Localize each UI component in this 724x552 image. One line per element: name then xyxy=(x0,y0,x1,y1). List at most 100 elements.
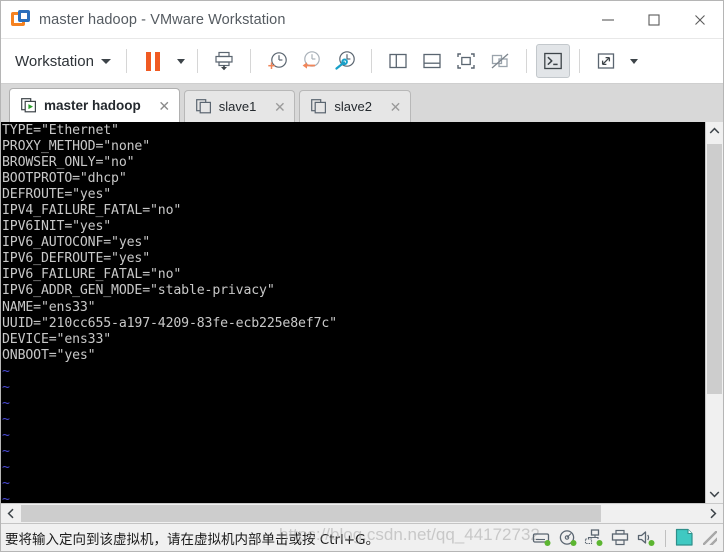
tab-close-icon[interactable]: ✕ xyxy=(158,99,171,113)
console-view-button[interactable] xyxy=(535,44,570,78)
workstation-menu-label: Workstation xyxy=(15,52,94,70)
vm-stopped-icon xyxy=(195,99,212,114)
pause-dropdown-button[interactable] xyxy=(170,44,188,78)
terminal-line: IPV6_DEFROUTE="yes" xyxy=(2,251,151,267)
stretch-dropdown-button[interactable] xyxy=(623,44,641,78)
snapshot-manager-button[interactable] xyxy=(328,44,362,78)
panel-left-icon xyxy=(389,53,407,69)
window-title: master hadoop - VMware Workstation xyxy=(39,11,286,28)
scroll-right-arrow[interactable] xyxy=(703,504,723,523)
vertical-scrollbar[interactable] xyxy=(705,122,723,503)
toolbar-separator xyxy=(370,49,372,73)
toolbar-separator xyxy=(249,49,251,73)
tab-label: master hadoop xyxy=(44,98,141,113)
snapshot-manager-icon xyxy=(335,51,355,70)
terminal-line: UUID="210cc655-a197-4209-83fe-ecb225e8ef… xyxy=(2,315,337,331)
stretch-guest-button[interactable] xyxy=(589,44,623,78)
terminal-line: PROXY_METHOD="none" xyxy=(2,139,151,155)
tab-label: slave2 xyxy=(334,99,372,114)
take-snapshot-button[interactable] xyxy=(260,44,294,78)
terminal-empty-line-marker: ~ xyxy=(2,379,10,395)
print-download-icon xyxy=(215,51,233,71)
terminal-line: NAME="ens33" xyxy=(2,299,96,315)
hard-disk-status-icon[interactable] xyxy=(532,528,552,548)
toolbar-separator xyxy=(525,49,527,73)
terminal-line: IPV6_AUTOCONF="yes" xyxy=(2,235,151,251)
tab-close-icon[interactable]: ✕ xyxy=(273,100,286,114)
resize-grip[interactable] xyxy=(703,531,717,545)
guest-screen[interactable]: TYPE="Ethernet" PROXY_METHOD="none" BROWSE… xyxy=(1,122,705,503)
toolbar-separator xyxy=(578,49,580,73)
device-status-icons xyxy=(532,524,717,552)
scroll-up-arrow[interactable] xyxy=(706,122,723,140)
printer-status-icon[interactable] xyxy=(610,528,630,548)
horizontal-scroll-thumb[interactable] xyxy=(21,505,601,522)
status-message: 要将输入定向到该虚拟机，请在虚拟机内部单击或按 Ctrl+G。 xyxy=(5,531,380,548)
terminal-line: IPV4_FAILURE_FATAL="no" xyxy=(2,203,182,219)
unity-disabled-icon xyxy=(491,53,509,69)
terminal-text: TYPE="Ethernet" PROXY_METHOD="none" BROWSE… xyxy=(1,123,705,503)
pause-icon xyxy=(146,51,160,71)
vmware-logo-icon xyxy=(11,9,31,30)
console-prompt-icon xyxy=(544,52,562,70)
main-toolbar: Workstation xyxy=(1,39,723,84)
tab-close-icon[interactable]: ✕ xyxy=(389,100,402,114)
tab-label: slave1 xyxy=(218,99,257,114)
unity-mode-button[interactable] xyxy=(483,44,517,78)
snapshot-add-icon xyxy=(268,52,287,69)
panel-bottom-icon xyxy=(423,53,441,69)
tab-master-hadoop[interactable]: master hadoop ✕ xyxy=(9,88,180,122)
scroll-left-arrow[interactable] xyxy=(1,504,21,523)
terminal-empty-line-marker: ~ xyxy=(2,443,10,459)
chevron-down-icon xyxy=(629,58,638,64)
vm-stopped-icon xyxy=(311,99,327,114)
close-button[interactable] xyxy=(677,1,723,39)
vertical-scroll-track[interactable] xyxy=(706,140,723,485)
sound-card-status-icon[interactable] xyxy=(636,528,656,548)
horizontal-scroll-track[interactable] xyxy=(21,504,703,523)
toolbar-separator xyxy=(125,49,127,73)
workstation-menu-button[interactable]: Workstation xyxy=(13,49,117,74)
terminal-line: DEFROUTE="yes" xyxy=(2,187,112,203)
maximize-button[interactable] xyxy=(631,1,677,39)
show-library-button[interactable] xyxy=(381,44,415,78)
terminal-line: TYPE="Ethernet" xyxy=(2,123,119,138)
terminal-line: IPV6INIT="yes" xyxy=(2,219,112,235)
tab-slave1[interactable]: slave1 ✕ xyxy=(183,90,296,122)
terminal-empty-line-marker: ~ xyxy=(2,363,10,379)
minimize-button[interactable] xyxy=(585,1,631,39)
vm-running-icon xyxy=(21,98,37,113)
vm-tab-bar: master hadoop ✕ slave1 ✕ slave2 ✕ xyxy=(1,84,723,122)
terminal-line: IPV6_ADDR_GEN_MODE="stable-privacy" xyxy=(2,283,275,299)
status-bar: 要将输入定向到该虚拟机，请在虚拟机内部单击或按 Ctrl+G。 https://… xyxy=(1,523,723,551)
cd-dvd-status-icon[interactable] xyxy=(558,528,578,548)
terminal-line: DEVICE="ens33" xyxy=(2,331,112,347)
vm-console-area[interactable]: TYPE="Ethernet" PROXY_METHOD="none" BROWSE… xyxy=(1,122,723,503)
scroll-down-arrow[interactable] xyxy=(706,485,723,503)
vmware-workstation-window: master hadoop - VMware Workstation Works… xyxy=(0,0,724,552)
terminal-empty-line-marker: ~ xyxy=(2,411,10,427)
full-screen-button[interactable] xyxy=(449,44,483,78)
status-separator xyxy=(665,529,666,547)
show-thumbnails-button[interactable] xyxy=(415,44,449,78)
chevron-down-icon xyxy=(100,58,111,64)
snapshot-revert-icon xyxy=(302,51,320,69)
vertical-scroll-thumb[interactable] xyxy=(707,144,722,394)
tab-slave2[interactable]: slave2 ✕ xyxy=(299,90,411,122)
pause-vm-button[interactable] xyxy=(136,44,170,78)
terminal-line: ONBOOT="yes" xyxy=(2,347,96,363)
chevron-down-icon xyxy=(176,58,185,64)
message-log-icon[interactable] xyxy=(675,528,695,548)
terminal-empty-line-marker: ~ xyxy=(2,395,10,411)
window-controls xyxy=(585,1,723,39)
fullscreen-icon xyxy=(457,53,475,69)
terminal-line: BROWSER_ONLY="no" xyxy=(2,155,135,171)
revert-snapshot-button[interactable] xyxy=(294,44,328,78)
network-adapter-status-icon[interactable] xyxy=(584,528,604,548)
toolbar-separator xyxy=(196,49,198,73)
terminal-line: IPV6_FAILURE_FATAL="no" xyxy=(2,267,182,283)
terminal-empty-line-marker: ~ xyxy=(2,427,10,443)
horizontal-scrollbar[interactable] xyxy=(1,503,723,523)
send-ctrl-alt-del-button[interactable] xyxy=(207,44,241,78)
expand-arrows-icon xyxy=(597,53,615,69)
